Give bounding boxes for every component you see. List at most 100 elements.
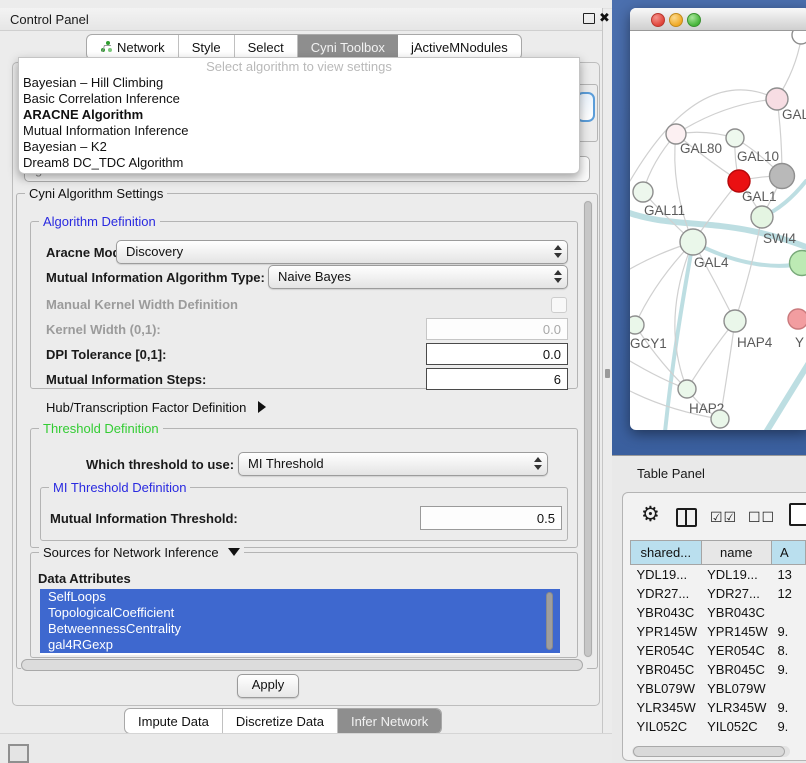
table-cell: 9. [771, 660, 805, 679]
network-node[interactable] [711, 410, 729, 428]
attribute-item[interactable]: BetweennessCentrality [40, 621, 560, 637]
dropdown-placeholder: Select algorithm to view settings [19, 58, 579, 75]
network-edge[interactable] [687, 321, 735, 389]
tab-style[interactable]: Style [179, 35, 235, 59]
table-row[interactable]: YDR27...YDR27...12 [631, 584, 806, 603]
manual-kernel-checkbox[interactable] [551, 297, 567, 313]
attribute-item[interactable]: SelfLoops [40, 589, 560, 605]
network-node[interactable] [788, 309, 806, 329]
network-edge[interactable] [630, 90, 777, 181]
new-table-icon[interactable] [789, 503, 806, 526]
tab-discretize-data[interactable]: Discretize Data [223, 709, 338, 733]
tab-network[interactable]: Network [87, 35, 179, 59]
attribute-item[interactable]: TopologicalCoefficient [40, 605, 560, 621]
collapse-down-icon [228, 548, 240, 556]
table-cell: YIL052C [631, 717, 702, 736]
dpi-tolerance-input[interactable] [426, 343, 568, 365]
table-cell: YPR145W [631, 622, 702, 641]
close-icon[interactable]: ✖ [599, 10, 610, 26]
tab-impute-data[interactable]: Impute Data [125, 709, 223, 733]
aracne-mode-select[interactable]: Discovery [116, 240, 568, 264]
network-node[interactable] [680, 229, 706, 255]
mi-type-value: Naive Bayes [278, 269, 351, 284]
network-node[interactable] [630, 316, 644, 334]
table-row[interactable]: YBL079WYBL079W [631, 679, 806, 698]
network-node[interactable] [751, 206, 773, 228]
tab-cyni-toolbox[interactable]: Cyni Toolbox [298, 35, 398, 59]
mi-type-select[interactable]: Naive Bayes [268, 265, 568, 289]
close-traffic-light[interactable] [651, 13, 665, 27]
mi-threshold-input[interactable] [420, 506, 562, 530]
dropdown-item[interactable]: Basic Correlation Inference [19, 91, 579, 107]
network-node[interactable] [792, 31, 806, 44]
kernel-width-input[interactable] [426, 318, 568, 340]
table-cell: YPR145W [701, 622, 771, 641]
data-attributes-list: SelfLoopsTopologicalCoefficientBetweenne… [40, 589, 560, 655]
tab-jactivemnodules[interactable]: jActiveMNodules [398, 35, 521, 59]
threshold-select[interactable]: MI Threshold [238, 452, 548, 476]
attribute-item[interactable]: gal4RGexp [40, 637, 560, 653]
deselect-all-checkboxes-icon[interactable]: ☐☐ [748, 509, 775, 526]
table-row[interactable]: YDL19...YDL19...13 [631, 565, 806, 585]
dropdown-item[interactable]: Bayesian – K2 [19, 139, 579, 155]
apply-button[interactable]: Apply [237, 674, 299, 698]
network-node[interactable] [633, 182, 653, 202]
network-node[interactable] [724, 310, 746, 332]
dropdown-item[interactable]: Mutual Information Inference [19, 123, 579, 139]
column-header[interactable]: name [701, 541, 771, 565]
table-cell: 9. [771, 622, 805, 641]
column-header[interactable]: A [771, 541, 805, 565]
table-cell [771, 679, 805, 698]
sources-horizontal-scrollbar[interactable] [20, 659, 588, 671]
table-cell: YBR043C [701, 603, 771, 622]
table-row[interactable]: YIL052CYIL052C9. [631, 717, 806, 736]
table-row[interactable]: YBR043CYBR043C [631, 603, 806, 622]
network-node[interactable] [678, 380, 696, 398]
table-cell: YBR043C [631, 603, 702, 622]
select-all-checkboxes-icon[interactable]: ☑☑ [710, 509, 737, 526]
expand-right-icon [258, 401, 266, 413]
minimize-traffic-light[interactable] [669, 13, 683, 27]
sources-collapser[interactable]: Sources for Network Inference [39, 545, 244, 560]
float-panel-icon[interactable] [8, 744, 29, 763]
network-node[interactable] [726, 129, 744, 147]
table-cell: YDR27... [701, 584, 771, 603]
settings-vertical-scrollbar[interactable] [583, 200, 593, 658]
float-window-icon[interactable] [583, 13, 595, 24]
network-window-titlebar[interactable] [630, 8, 806, 31]
dropdown-item[interactable]: Bayesian – Hill Climbing [19, 75, 579, 91]
table-row[interactable]: YLR345WYLR345W9. [631, 698, 806, 717]
table-cell: 13 [771, 565, 805, 585]
column-header[interactable]: shared... [631, 541, 702, 565]
network-canvas[interactable]: GALGAL80GAL10GAL1GAL11SWI4GAL4GCY1HAP4YH… [630, 31, 806, 430]
panel-divider-handle[interactable] [605, 369, 610, 378]
node-label: GAL11 [644, 203, 685, 218]
table-cell: YER054C [701, 641, 771, 660]
network-edge[interactable] [676, 99, 777, 134]
network-node[interactable] [790, 251, 806, 276]
network-view-window: GALGAL80GAL10GAL1GAL11SWI4GAL4GCY1HAP4YH… [630, 8, 806, 430]
table-horizontal-scrollbar[interactable] [632, 746, 790, 757]
dropdown-item[interactable]: ARACNE Algorithm [19, 107, 579, 123]
manual-kernel-label: Manual Kernel Width Definition [46, 297, 238, 312]
gear-icon[interactable]: ⚙ [641, 504, 660, 525]
table-row[interactable]: YBR045CYBR045C9. [631, 660, 806, 679]
hub-definition-expander[interactable]: Hub/Transcription Factor Definition [46, 400, 266, 415]
columns-icon[interactable] [676, 508, 697, 527]
tab-infer-network[interactable]: Infer Network [338, 709, 441, 733]
mi-steps-input[interactable] [426, 368, 568, 390]
zoom-traffic-light[interactable] [687, 13, 701, 27]
network-node[interactable] [770, 164, 795, 189]
hub-definition-label: Hub/Transcription Factor Definition [46, 400, 246, 415]
bottom-strip [0, 733, 612, 763]
network-icon [100, 41, 112, 53]
table-row[interactable]: YPR145WYPR145W9. [631, 622, 806, 641]
dropdown-item[interactable]: Dream8 DC_TDC Algorithm [19, 155, 579, 171]
table-cell: YBR045C [631, 660, 702, 679]
tab-select[interactable]: Select [235, 35, 298, 59]
table-cell: YER054C [631, 641, 702, 660]
dpi-tolerance-label: DPI Tolerance [0,1]: [46, 347, 166, 362]
table-cell: 12 [771, 584, 805, 603]
table-row[interactable]: YER054CYER054C8. [631, 641, 806, 660]
attributes-vertical-scrollbar[interactable] [545, 591, 554, 653]
